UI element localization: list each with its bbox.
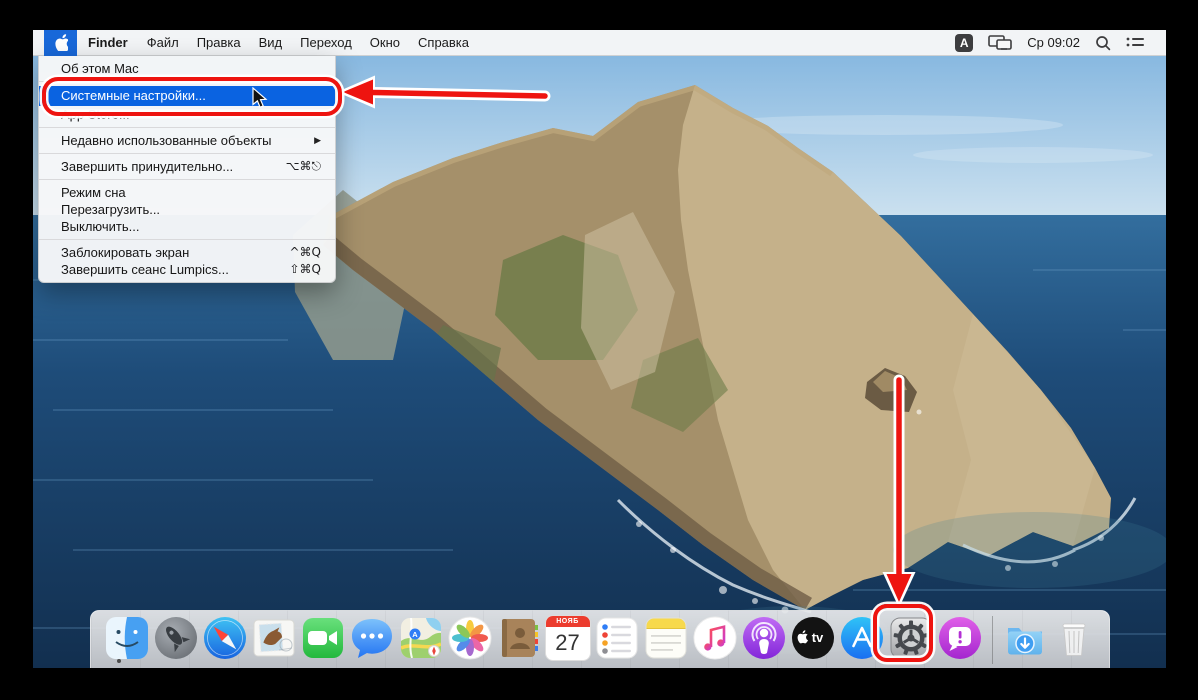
screenshot-frame: Finder Файл Правка Вид Переход Окно Спра…: [0, 0, 1198, 700]
safari-icon[interactable]: [202, 615, 248, 661]
finder-running-indicator: [117, 659, 121, 663]
facetime-icon[interactable]: [300, 615, 346, 661]
shortcut-force-quit: ⌥⌘⎋: [286, 158, 321, 175]
menu-item-sleep[interactable]: Режим сна: [39, 184, 335, 201]
finder-icon[interactable]: [104, 615, 150, 661]
apple-logo-icon: [54, 34, 68, 51]
messages-icon[interactable]: [349, 615, 395, 661]
podcasts-icon[interactable]: [741, 615, 787, 661]
submenu-arrow-icon: ▶: [314, 132, 321, 149]
desktop: Finder Файл Правка Вид Переход Окно Спра…: [33, 30, 1166, 668]
menu-separator: [39, 127, 335, 128]
calendar-icon[interactable]: НОЯБ 27: [545, 615, 591, 661]
svg-text:A: A: [412, 629, 418, 638]
trash-icon[interactable]: [1051, 615, 1097, 661]
input-source-indicator[interactable]: A: [955, 34, 973, 52]
launchpad-icon[interactable]: [153, 615, 199, 661]
downloads-folder-icon[interactable]: [1002, 615, 1048, 661]
annotation-circle-dock-icon: [873, 604, 933, 662]
menubar-item-edit[interactable]: Правка: [188, 30, 250, 56]
maps-icon[interactable]: A: [398, 615, 444, 661]
shortcut-log-out: ⇧⌘Q: [290, 261, 322, 278]
menu-item-force-quit[interactable]: Завершить принудительно... ⌥⌘⎋: [39, 158, 335, 175]
menu-item-restart[interactable]: Перезагрузить...: [39, 201, 335, 218]
menu-item-about-mac[interactable]: Об этом Mac: [39, 60, 335, 77]
menu-separator: [39, 153, 335, 154]
screen-mirroring-icon[interactable]: [988, 35, 1012, 51]
menu-item-log-out[interactable]: Завершить сеанс Lumpics... ⇧⌘Q: [39, 261, 335, 278]
menubar-item-go[interactable]: Переход: [291, 30, 361, 56]
mouse-cursor: [252, 87, 268, 109]
menubar-item-view[interactable]: Вид: [250, 30, 292, 56]
dock-separator: [992, 616, 993, 664]
spotlight-search-icon[interactable]: [1095, 35, 1111, 51]
menu-separator: [39, 179, 335, 180]
calendar-day-label: 27: [546, 627, 590, 660]
annotation-circle-menu-item: [42, 77, 342, 116]
apple-menu-button[interactable]: [44, 30, 77, 56]
music-icon[interactable]: [692, 615, 738, 661]
menu-separator: [39, 239, 335, 240]
notes-icon[interactable]: [643, 615, 689, 661]
mail-icon[interactable]: [251, 615, 297, 661]
contacts-icon[interactable]: [496, 615, 542, 661]
notification-center-icon[interactable]: [1126, 36, 1144, 50]
reminders-icon[interactable]: [594, 615, 640, 661]
menu-item-lock-screen[interactable]: Заблокировать экран ^⌘Q: [39, 244, 335, 261]
photos-icon[interactable]: [447, 615, 493, 661]
svg-text:tv: tv: [811, 630, 823, 645]
menubar-clock[interactable]: Ср 09:02: [1027, 35, 1080, 50]
calendar-month-label: НОЯБ: [546, 616, 590, 627]
dock: A: [90, 610, 1110, 668]
menubar-app-name[interactable]: Finder: [77, 30, 138, 56]
apple-tv-icon[interactable]: tv: [790, 615, 836, 661]
menu-item-shut-down[interactable]: Выключить...: [39, 218, 335, 235]
menubar-item-window[interactable]: Окно: [361, 30, 409, 56]
feedback-assistant-icon[interactable]: [937, 615, 983, 661]
menu-item-recent-items[interactable]: Недавно использованные объекты ▶: [39, 132, 335, 149]
menu-bar: Finder Файл Правка Вид Переход Окно Спра…: [33, 30, 1166, 56]
menubar-item-file[interactable]: Файл: [138, 30, 188, 56]
shortcut-lock-screen: ^⌘Q: [290, 244, 322, 261]
menubar-item-help[interactable]: Справка: [409, 30, 478, 56]
